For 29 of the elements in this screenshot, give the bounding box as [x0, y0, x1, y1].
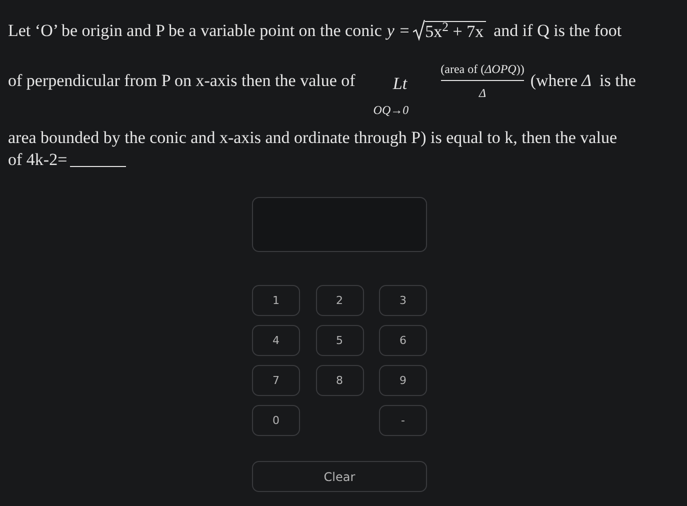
- keypad-key[interactable]: 8: [316, 365, 364, 396]
- delta-symbol: Δ: [582, 70, 592, 92]
- limit-operator: Lt: [392, 73, 408, 95]
- keypad-key[interactable]: 2: [316, 285, 364, 316]
- keypad-key[interactable]: 4: [252, 325, 300, 356]
- math-expression: 5x$^{2}$ + 7x: [425, 21, 486, 42]
- keypad-key[interactable]: -: [379, 405, 427, 436]
- math-expression: y =: [386, 20, 410, 42]
- keypad-key[interactable]: 3: [379, 285, 427, 316]
- fraction-denominator: Δ: [478, 85, 486, 101]
- question-text: of 4k-2=: [8, 149, 68, 171]
- question-text: Let ‘O’ be origin and P be a variable point on the conic: [8, 20, 382, 42]
- question-text: area bounded by the conic and x-axis and ordinate through P) is equal to k, then the value: [8, 127, 618, 149]
- answer-blank-line: [70, 166, 126, 167]
- question-text: of perpendicular from P on x-axis then the value of: [8, 70, 356, 92]
- keypad-key[interactable]: 9: [379, 365, 427, 396]
- fraction-numerator: (area of (ΔOPQ)): [440, 61, 524, 78]
- keypad-key[interactable]: 6: [379, 325, 427, 356]
- square-root-icon: [413, 19, 426, 41]
- keypad-key[interactable]: 0: [252, 405, 300, 436]
- question-text: is the: [600, 70, 636, 92]
- keypad-key[interactable]: 1: [252, 285, 300, 316]
- limit-subscript: OQ→0: [373, 103, 409, 117]
- keypad-key[interactable]: 7: [252, 365, 300, 396]
- answer-input-field[interactable]: [252, 197, 427, 252]
- question-text: and if Q is the foot: [494, 20, 622, 42]
- question-text: (where: [530, 70, 578, 92]
- keypad-key[interactable]: 5: [316, 325, 364, 356]
- clear-button[interactable]: Clear: [252, 461, 427, 492]
